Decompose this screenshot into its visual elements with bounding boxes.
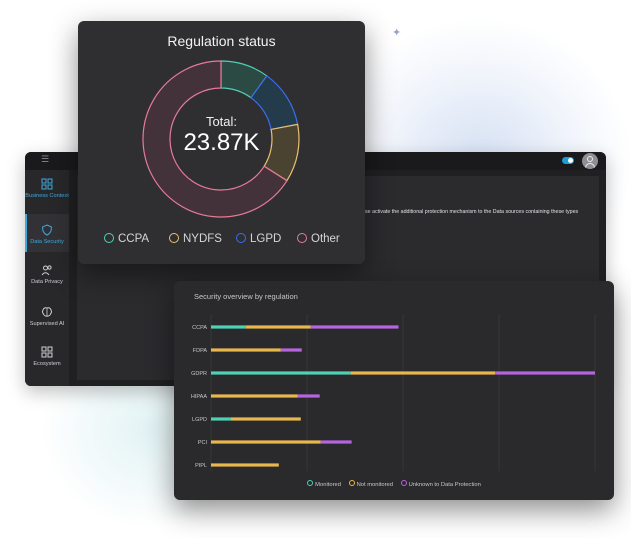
card-title: Regulation status	[167, 33, 276, 49]
category-label: HIPAA	[191, 394, 207, 400]
legend-label: Not monitored	[356, 482, 393, 488]
legend-dot	[307, 480, 314, 486]
bar-segment-pci-1[interactable]	[211, 440, 321, 444]
legend-dot	[348, 480, 355, 486]
legend-dot	[169, 233, 179, 243]
grid-icon	[41, 346, 53, 358]
legend-item-nydfs: NYDFS	[169, 233, 222, 245]
legend-label: NYDFS	[183, 233, 222, 245]
bar-segment-pci-2[interactable]	[320, 440, 352, 444]
sidebar-item-supervised-ai[interactable]: Supervised AI	[25, 306, 69, 342]
regulation-status-card: Regulation status Total: 23.87K CCPA NYD…	[78, 21, 365, 264]
category-label: GDPR	[191, 371, 207, 377]
bar-legend: Monitored Not monitored Unknown to Data …	[174, 480, 614, 488]
category-label: FDPA	[193, 348, 208, 354]
legend-label: Monitored	[315, 482, 341, 488]
sidebar-item-label: Ecosystem	[33, 361, 61, 367]
legend-dot	[104, 233, 114, 243]
category-label: PIPL	[195, 463, 207, 469]
menu-icon[interactable]: ☰	[41, 155, 49, 165]
bar-segment-gdpr-0[interactable]	[211, 371, 351, 375]
active-indicator	[25, 214, 27, 252]
security-overview-card: Security overview by regulation CCPA FDPA…	[174, 281, 614, 500]
sidebar-item-label: Business Context	[25, 193, 69, 199]
total-label: Total:	[205, 114, 238, 129]
sidebar: Business Context Data Security Data Priv…	[25, 170, 69, 386]
bar-segment-hipaa-2[interactable]	[297, 394, 320, 398]
bar-segment-lgpd-1[interactable]	[230, 417, 301, 421]
bar-segment-gdpr-2[interactable]	[495, 371, 595, 375]
category-label: CCPA	[192, 325, 207, 331]
bar-segment-lgpd-0[interactable]	[211, 417, 231, 421]
avatar[interactable]	[582, 153, 598, 169]
brain-icon	[42, 307, 52, 317]
legend-dot	[236, 233, 246, 243]
legend-item-lgpd: LGPD	[236, 233, 281, 245]
bar-segment-ccpa-2[interactable]	[310, 325, 399, 329]
sidebar-item-label: Supervised AI	[29, 321, 65, 327]
sidebar-item-ecosystem[interactable]: Ecosystem	[25, 346, 69, 382]
category-label: PCI	[198, 440, 208, 446]
category-label: LGPD	[192, 417, 207, 423]
legend-dot	[400, 480, 407, 486]
legend-item-unknown: Unknown to Data Protection	[400, 480, 481, 488]
sidebar-item-data-privacy[interactable]: Data Privacy	[25, 264, 69, 300]
legend-label: Other	[311, 233, 340, 245]
legend-item-not-monitored: Not monitored	[348, 480, 393, 488]
theme-toggle[interactable]	[562, 157, 574, 164]
bar-segment-ccpa-0[interactable]	[211, 325, 246, 329]
total-value: 23.87K	[183, 129, 260, 156]
legend-label: CCPA	[118, 233, 150, 245]
sidebar-item-business-context[interactable]: Business Context	[25, 178, 69, 214]
bar-segment-fdpa-2[interactable]	[280, 348, 302, 352]
legend-item-monitored: Monitored	[307, 480, 341, 488]
bar-segment-hipaa-1[interactable]	[211, 394, 298, 398]
sidebar-item-label: Data Security	[30, 239, 64, 245]
bar-segment-ccpa-1[interactable]	[245, 325, 311, 329]
legend-item-other: Other	[297, 233, 340, 245]
users-icon	[41, 265, 52, 276]
sidebar-item-label: Data Privacy	[31, 279, 63, 285]
stacked-bar-chart: CCPA FDPA GDPR HIPAA LGPD PCI PIPL	[191, 314, 596, 471]
info-message: se activate the additional protection me…	[365, 209, 579, 215]
legend-label: Unknown to Data Protection	[408, 482, 481, 488]
sidebar-item-data-security[interactable]: Data Security	[25, 214, 69, 252]
legend-label: LGPD	[250, 233, 282, 245]
dashboard-icon	[41, 178, 53, 190]
shield-icon	[41, 224, 53, 236]
legend-dot	[297, 233, 307, 243]
bar-segment-fdpa-1[interactable]	[211, 348, 281, 352]
sparkle-icon: ✦	[392, 26, 402, 39]
bar-segment-gdpr-1[interactable]	[350, 371, 496, 375]
bar-segment-pipl-1[interactable]	[211, 463, 279, 467]
legend-item-ccpa: CCPA	[104, 233, 149, 245]
